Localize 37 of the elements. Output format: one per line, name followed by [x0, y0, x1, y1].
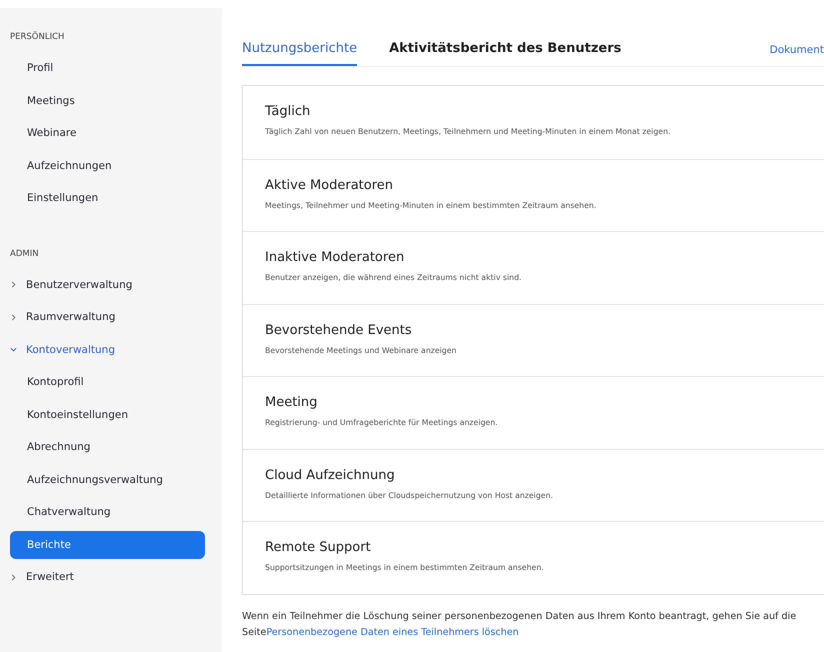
report-title[interactable]: Täglich — [265, 104, 802, 119]
sidebar-item[interactable]: Webinare — [10, 119, 205, 147]
report-title[interactable]: Meeting — [265, 395, 802, 410]
sidebar-item[interactable]: Abrechnung — [10, 433, 205, 461]
sidebar-group[interactable]: Kontoverwaltung — [10, 336, 205, 364]
sidebar-item[interactable]: Profil — [10, 54, 205, 82]
chevron-right-icon — [10, 574, 17, 580]
tab[interactable]: Nutzungsberichte — [242, 41, 358, 66]
chevron-right-icon — [10, 281, 17, 288]
report-title[interactable]: Aktive Moderatoren — [265, 178, 802, 192]
sidebar-item[interactable]: Aufzeichnungen — [10, 152, 205, 180]
sidebar-item[interactable]: Chatverwaltung — [10, 498, 205, 526]
report-title[interactable]: Bevorstehende Events — [265, 322, 802, 338]
sidebar-item[interactable]: Meetings — [10, 86, 205, 114]
report-title[interactable]: Inaktive Moderatoren — [265, 250, 802, 265]
report-title[interactable]: Remote Support — [265, 540, 802, 555]
sidebar-group[interactable]: Raumverwaltung — [10, 303, 205, 331]
section-heading: ADMIN — [9, 248, 40, 260]
chevron-down-icon — [10, 346, 17, 353]
sidebar-group[interactable]: Benutzerverwaltung — [10, 270, 205, 298]
sidebar-group-label: Erweitert — [26, 571, 74, 583]
sidebar-item[interactable]: Einstellungen — [10, 184, 205, 212]
sidebar-group-label: Benutzerverwaltung — [26, 278, 132, 290]
section-heading: PERSÖNLICH — [9, 30, 66, 44]
sidebar-group-label: Raumverwaltung — [26, 311, 116, 323]
sidebar-group-label: Kontoverwaltung — [26, 344, 116, 356]
sidebar-item[interactable]: Kontoprofil — [10, 368, 205, 396]
report-title[interactable]: Cloud Aufzeichnung — [265, 468, 802, 482]
deletion-note: Wenn ein Teilnehmer die Löschung seiner personenbezogenen Daten aus Ihrem Konto beantragt, gehen Sie auf die SeitePersonenbezogene Daten eines Teilnehmers löschen — [242, 610, 798, 640]
sidebar-group[interactable]: Erweitert — [10, 563, 205, 591]
delete-data-link[interactable]: Personenbezogene Daten eines Teilnehmers löschen — [266, 626, 519, 638]
sidebar-item[interactable]: Berichte — [10, 530, 205, 558]
sidebar-item[interactable]: Kontoeinstellungen — [10, 400, 205, 428]
sidebar-item[interactable]: Aufzeichnungsverwaltung — [10, 466, 205, 494]
tab[interactable]: Aktivitätsbericht des Benutzers — [389, 41, 622, 66]
documentation-link[interactable]: Dokument — [770, 44, 824, 66]
chevron-right-icon — [10, 314, 17, 320]
